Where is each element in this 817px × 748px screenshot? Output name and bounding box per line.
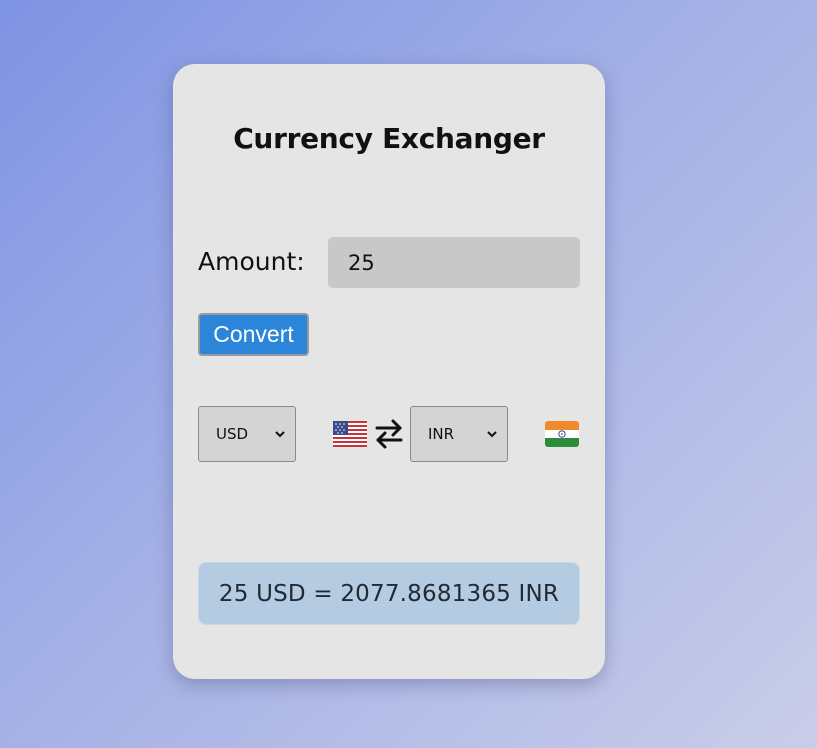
to-currency-select[interactable]: INR <box>410 406 508 462</box>
india-flag-icon <box>545 421 579 447</box>
swap-arrows-icon[interactable] <box>374 418 404 450</box>
amount-label: Amount: <box>198 247 305 276</box>
to-currency-value: INR <box>428 425 455 443</box>
convert-button[interactable]: Convert <box>198 313 309 356</box>
from-currency-value: USD <box>216 425 249 443</box>
currency-exchanger-card: Currency Exchanger Amount: Convert USD <box>173 64 605 679</box>
from-currency-select[interactable]: USD <box>198 406 296 462</box>
us-flag-icon <box>333 421 367 447</box>
page-title: Currency Exchanger <box>233 122 545 155</box>
amount-input[interactable] <box>328 237 580 288</box>
conversion-result: 25 USD = 2077.8681365 INR <box>198 562 580 625</box>
chevron-down-icon <box>487 431 497 438</box>
conversion-result-text: 25 USD = 2077.8681365 INR <box>218 580 560 607</box>
chevron-down-icon <box>275 431 285 438</box>
